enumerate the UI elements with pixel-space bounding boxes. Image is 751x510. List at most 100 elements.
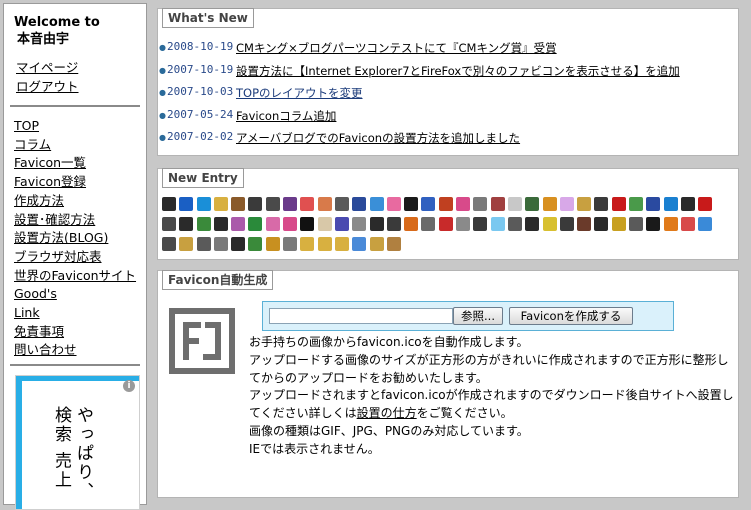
favicon-entry-icon[interactable] — [317, 237, 332, 251]
favicon-entry-icon[interactable] — [265, 197, 280, 211]
favicon-entry-icon[interactable] — [438, 217, 453, 231]
favicon-entry-icon[interactable] — [248, 237, 263, 251]
favicon-entry-icon[interactable] — [559, 217, 574, 231]
nav-disclaimer[interactable]: 免責事項 — [14, 323, 136, 342]
favicon-entry-icon[interactable] — [594, 197, 609, 211]
nav-column[interactable]: コラム — [14, 136, 136, 155]
favicon-entry-icon[interactable] — [542, 197, 557, 211]
favicon-entry-icon[interactable] — [438, 197, 453, 211]
favicon-entry-icon[interactable] — [473, 197, 488, 211]
favicon-entry-icon[interactable] — [490, 217, 505, 231]
favicon-entry-icon[interactable] — [525, 217, 540, 231]
favicon-entry-icon[interactable] — [369, 237, 384, 251]
file-path-input[interactable] — [269, 308, 453, 324]
favicon-entry-icon[interactable] — [542, 217, 557, 231]
favicon-entry-icon[interactable] — [352, 197, 367, 211]
favicon-entry-icon[interactable] — [179, 217, 194, 231]
nav-goods[interactable]: Good's — [14, 285, 136, 304]
favicon-entry-icon[interactable] — [300, 217, 315, 231]
nav-setup-blog[interactable]: 設置方法(BLOG) — [14, 229, 136, 248]
favicon-entry-icon[interactable] — [404, 197, 419, 211]
favicon-entry-icon[interactable] — [317, 197, 332, 211]
favicon-entry-icon[interactable] — [386, 237, 401, 251]
news-title-link[interactable]: TOPのレイアウトを変更 — [236, 85, 363, 101]
favicon-entry-icon[interactable] — [473, 217, 488, 231]
nav-top[interactable]: TOP — [14, 117, 136, 136]
favicon-entry-icon[interactable] — [698, 217, 713, 231]
favicon-entry-icon[interactable] — [490, 197, 505, 211]
favicon-entry-icon[interactable] — [162, 197, 176, 211]
favicon-entry-icon[interactable] — [369, 217, 384, 231]
favicon-entry-icon[interactable] — [300, 237, 315, 251]
nav-browser-table[interactable]: ブラウザ対応表 — [14, 248, 136, 267]
favicon-entry-icon[interactable] — [629, 217, 644, 231]
favicon-entry-icon[interactable] — [179, 237, 194, 251]
favicon-entry-icon[interactable] — [507, 217, 522, 231]
nav-setup-check[interactable]: 設置･確認方法 — [14, 211, 136, 230]
favicon-entry-icon[interactable] — [334, 197, 349, 211]
favicon-entry-icon[interactable] — [611, 217, 626, 231]
favicon-entry-icon[interactable] — [698, 197, 713, 211]
favicon-entry-icon[interactable] — [248, 217, 263, 231]
favicon-entry-icon[interactable] — [283, 197, 298, 211]
mypage-link[interactable]: マイページ — [16, 58, 79, 77]
nav-favicon-list[interactable]: Favicon一覧 — [14, 154, 136, 173]
favicon-entry-icon[interactable] — [421, 197, 436, 211]
favicon-entry-icon[interactable] — [179, 197, 194, 211]
favicon-entry-icon[interactable] — [594, 217, 609, 231]
favicon-entry-icon[interactable] — [386, 217, 401, 231]
favicon-entry-icon[interactable] — [646, 197, 661, 211]
favicon-entry-icon[interactable] — [265, 217, 280, 231]
favicon-entry-icon[interactable] — [680, 217, 695, 231]
setup-link[interactable]: 設置の仕方 — [357, 406, 417, 420]
favicon-entry-icon[interactable] — [283, 237, 298, 251]
favicon-entry-icon[interactable] — [369, 197, 384, 211]
favicon-entry-icon[interactable] — [213, 217, 228, 231]
ad-banner[interactable]: i やっぱり、検索 売上 — [15, 375, 140, 510]
favicon-entry-icon[interactable] — [559, 197, 574, 211]
favicon-entry-icon[interactable] — [663, 217, 678, 231]
nav-favicon-register[interactable]: Favicon登録 — [14, 173, 136, 192]
favicon-entry-icon[interactable] — [213, 237, 228, 251]
favicon-entry-icon[interactable] — [663, 197, 678, 211]
favicon-entry-icon[interactable] — [456, 197, 471, 211]
favicon-entry-icon[interactable] — [196, 217, 211, 231]
logout-link[interactable]: ログアウト — [16, 77, 79, 96]
news-title-link[interactable]: Faviconコラム追加 — [236, 108, 336, 124]
favicon-entry-icon[interactable] — [507, 197, 522, 211]
favicon-entry-icon[interactable] — [231, 197, 246, 211]
favicon-entry-icon[interactable] — [629, 197, 644, 211]
favicon-entry-icon[interactable] — [162, 237, 176, 251]
favicon-entry-icon[interactable] — [421, 217, 436, 231]
browse-button[interactable]: 参照... — [453, 307, 503, 325]
favicon-entry-icon[interactable] — [525, 197, 540, 211]
favicon-entry-icon[interactable] — [196, 237, 211, 251]
favicon-entry-icon[interactable] — [334, 237, 349, 251]
favicon-entry-icon[interactable] — [352, 237, 367, 251]
nav-how-to-make[interactable]: 作成方法 — [14, 192, 136, 211]
favicon-entry-icon[interactable] — [265, 237, 280, 251]
favicon-entry-icon[interactable] — [646, 217, 661, 231]
ad-info-icon[interactable]: i — [123, 380, 135, 392]
nav-link[interactable]: Link — [14, 304, 136, 323]
news-title-link[interactable]: 設置方法に【Internet Explorer7とFireFoxで別々のファビコ… — [236, 63, 680, 79]
favicon-entry-icon[interactable] — [162, 217, 176, 231]
favicon-entry-icon[interactable] — [334, 217, 349, 231]
favicon-entry-icon[interactable] — [577, 197, 592, 211]
favicon-entry-icon[interactable] — [352, 217, 367, 231]
news-title-link[interactable]: アメーバブログでのFaviconの設置方法を追加しました — [236, 130, 520, 146]
favicon-entry-icon[interactable] — [577, 217, 592, 231]
favicon-entry-icon[interactable] — [680, 197, 695, 211]
favicon-entry-icon[interactable] — [404, 217, 419, 231]
nav-world-favicon-sites[interactable]: 世界のFaviconサイト — [14, 267, 136, 286]
favicon-entry-icon[interactable] — [300, 197, 315, 211]
favicon-entry-icon[interactable] — [196, 197, 211, 211]
favicon-entry-icon[interactable] — [456, 217, 471, 231]
favicon-entry-icon[interactable] — [248, 197, 263, 211]
favicon-entry-icon[interactable] — [317, 217, 332, 231]
favicon-entry-icon[interactable] — [231, 237, 246, 251]
news-title-link[interactable]: CMキング×ブログパーツコンテストにて『CMキング賞』受賞 — [236, 40, 557, 56]
favicon-entry-icon[interactable] — [231, 217, 246, 231]
favicon-entry-icon[interactable] — [213, 197, 228, 211]
create-favicon-button[interactable]: Faviconを作成する — [509, 307, 633, 325]
